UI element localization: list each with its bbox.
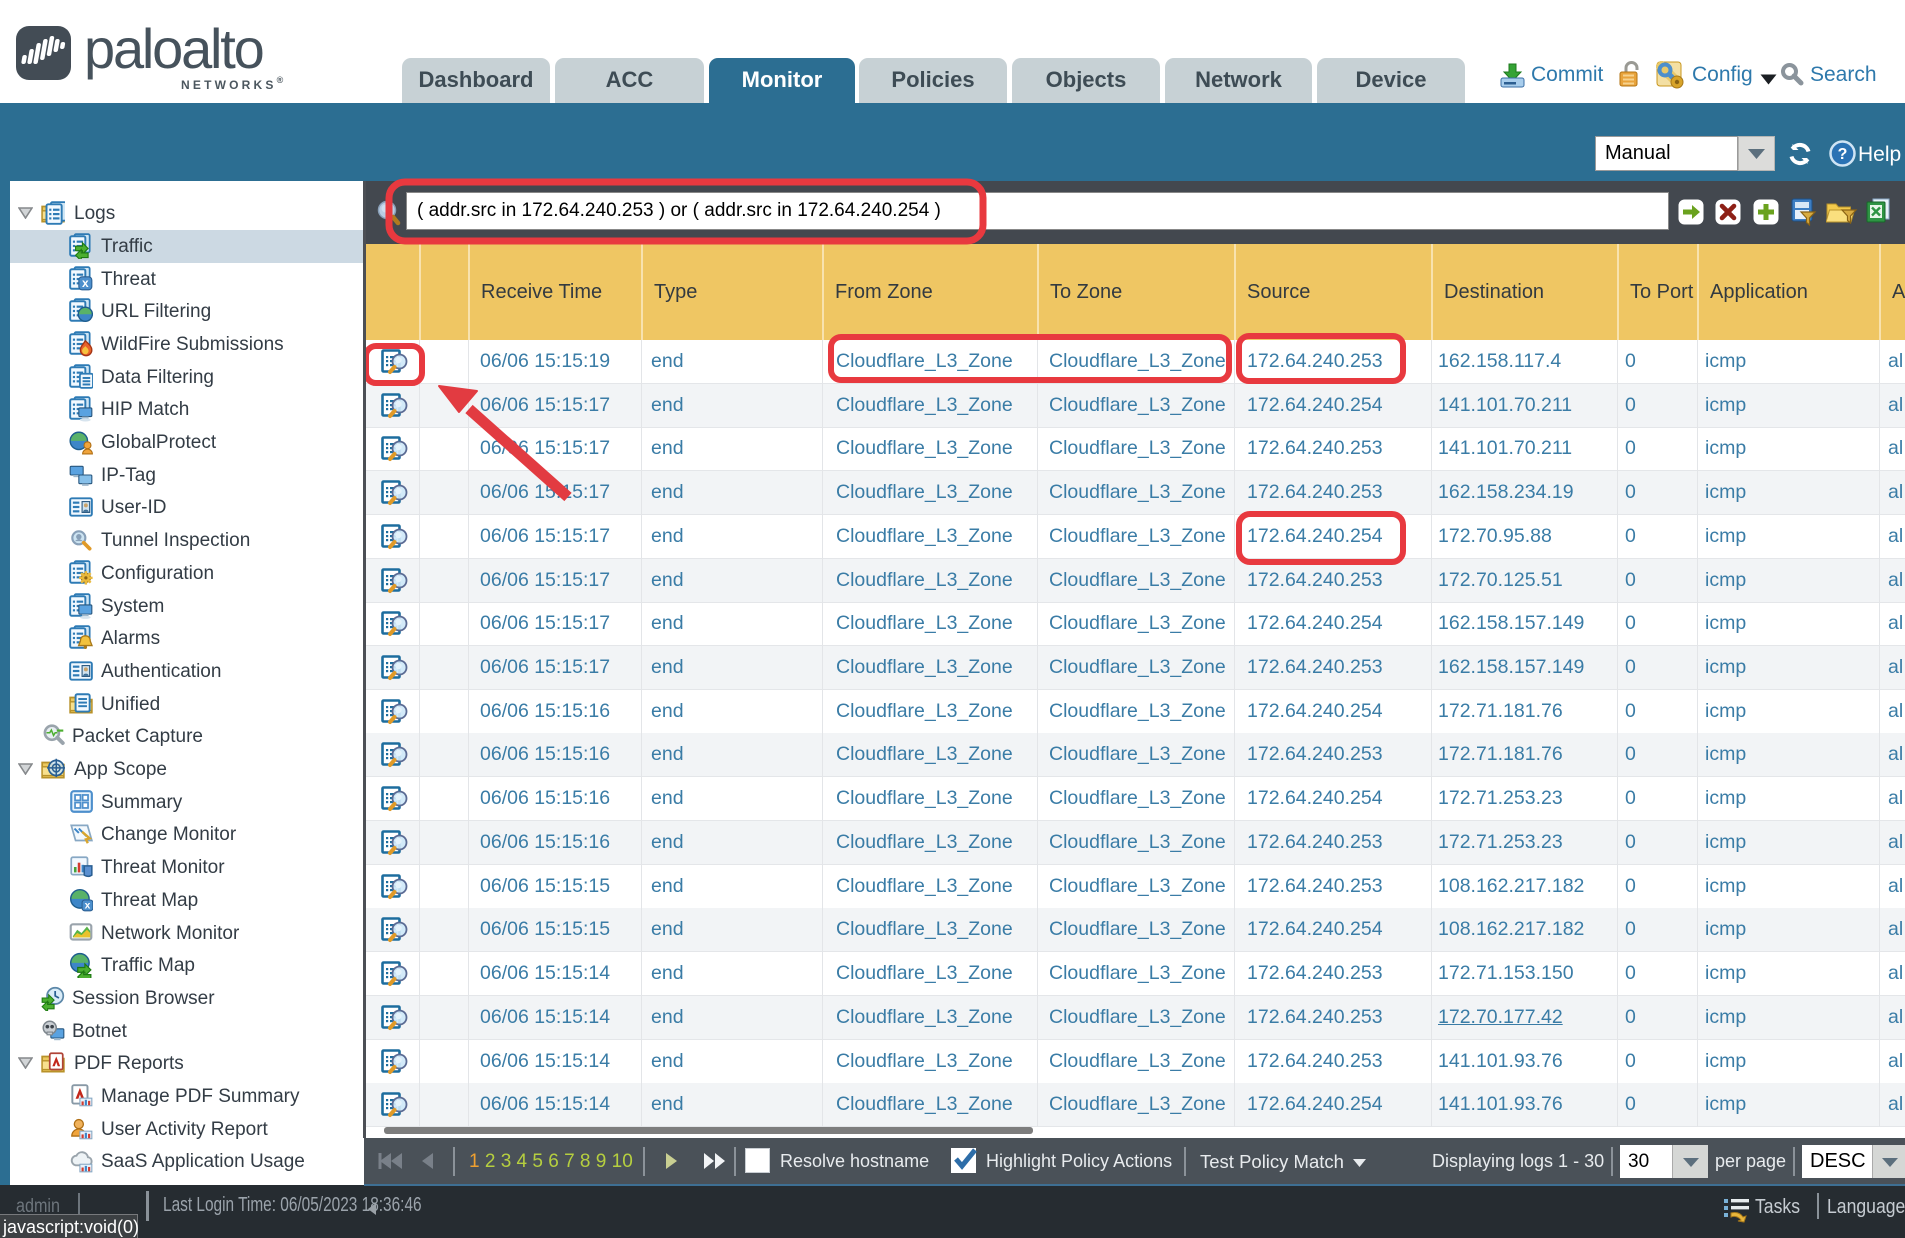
- svg-text:x: x: [82, 276, 89, 290]
- svg-text:x: x: [85, 901, 91, 912]
- svg-text:?: ?: [1838, 146, 1848, 163]
